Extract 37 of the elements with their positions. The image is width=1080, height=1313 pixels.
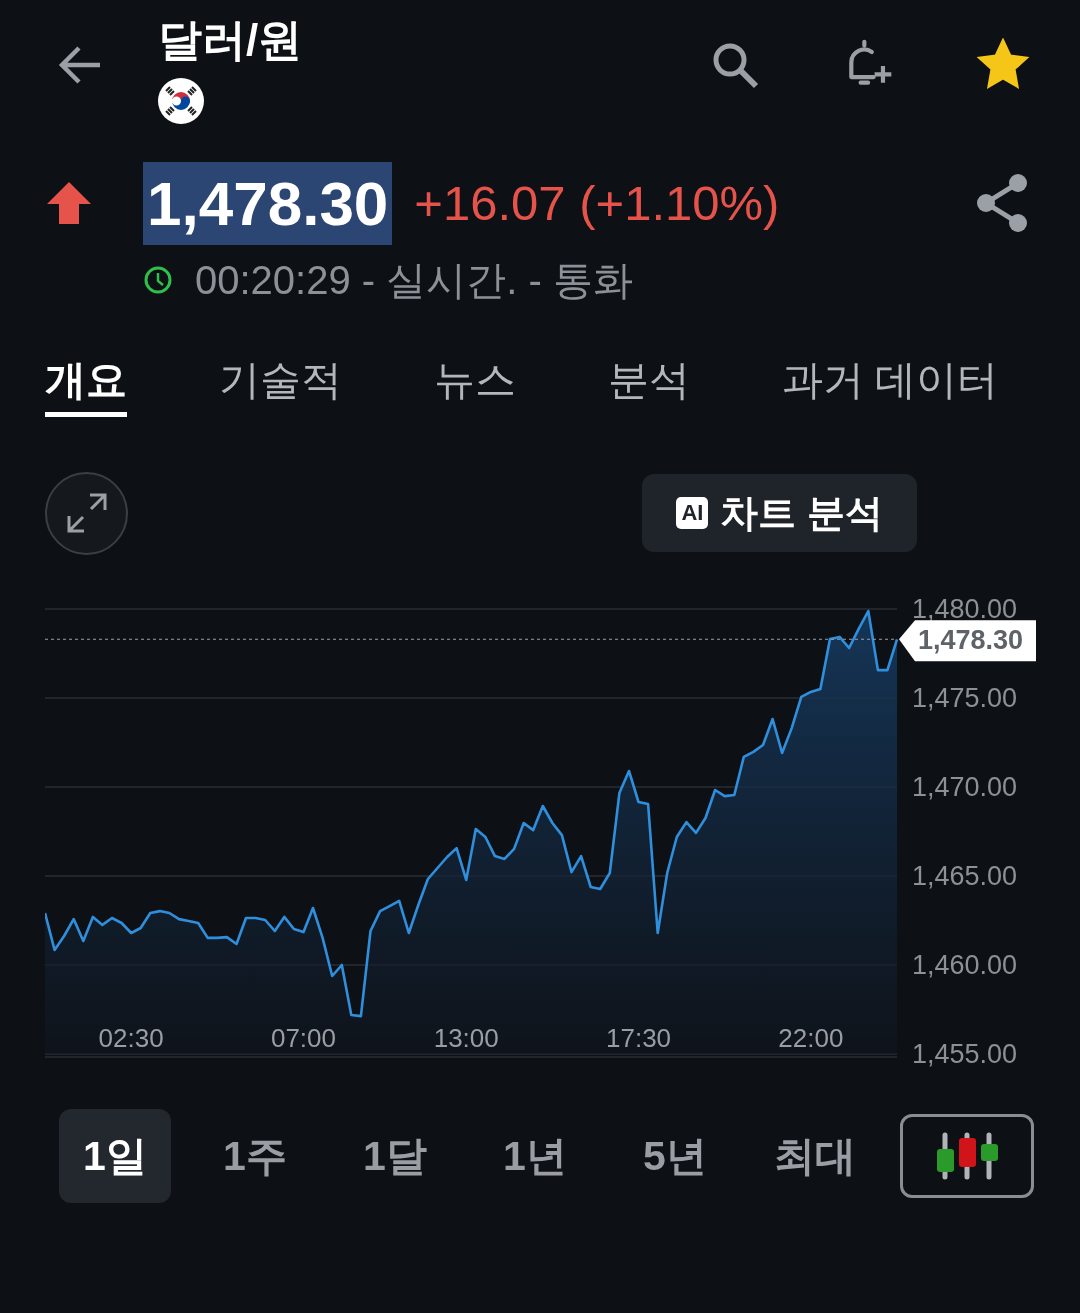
tab[interactable]: 과거 데이터 xyxy=(782,345,999,415)
ai-badge: AI xyxy=(676,497,709,529)
axis-label: 1,470.00 xyxy=(912,772,1018,802)
pair-title: 달러/원 xyxy=(158,14,303,66)
axis-label: 1,455.00 xyxy=(912,1039,1018,1069)
quote-time: 00:20:29 - 실시간. - 통화 xyxy=(195,256,633,304)
up-arrow-icon xyxy=(45,180,93,226)
share-icon xyxy=(974,173,1030,233)
range-tab[interactable]: 1년 xyxy=(479,1109,591,1203)
range-tab[interactable]: 1일 xyxy=(59,1109,171,1203)
chart-type-button[interactable] xyxy=(900,1114,1034,1198)
axis-label: 07:00 xyxy=(270,1023,336,1053)
axis-label: 1,475.00 xyxy=(912,683,1018,713)
range-tab[interactable]: 5년 xyxy=(619,1109,731,1203)
favorite-star-button[interactable] xyxy=(976,38,1030,92)
expand-icon xyxy=(65,492,108,534)
axis-label: 13:00 xyxy=(433,1023,499,1053)
range-tab[interactable]: 최대 xyxy=(759,1109,871,1203)
axis-label: 02:30 xyxy=(98,1023,164,1053)
candlestick-icon xyxy=(934,1132,1000,1180)
axis-label: 1,460.00 xyxy=(912,950,1018,980)
tab[interactable]: 개요 xyxy=(45,345,127,415)
tab[interactable]: 분석 xyxy=(608,345,690,415)
current-price-label: 1,478.30 xyxy=(899,620,1036,662)
price-value: 1,478.30 xyxy=(143,161,393,245)
tab[interactable]: 뉴스 xyxy=(434,345,516,415)
axis-label: 22:00 xyxy=(778,1023,844,1053)
share-button[interactable] xyxy=(974,173,1030,233)
tab[interactable]: 기술적 xyxy=(219,345,342,415)
chart-analysis-button[interactable]: AI 차트 분석 xyxy=(642,474,917,552)
range-tab[interactable]: 1달 xyxy=(339,1109,451,1203)
range-tab[interactable]: 1주 xyxy=(199,1109,311,1203)
axis-label: 17:30 xyxy=(606,1023,672,1053)
flag-icon xyxy=(158,78,204,124)
clock-icon xyxy=(143,265,173,295)
axis-label: 1,465.00 xyxy=(912,861,1018,891)
price-change: +16.07 (+1.10%) xyxy=(414,175,780,231)
